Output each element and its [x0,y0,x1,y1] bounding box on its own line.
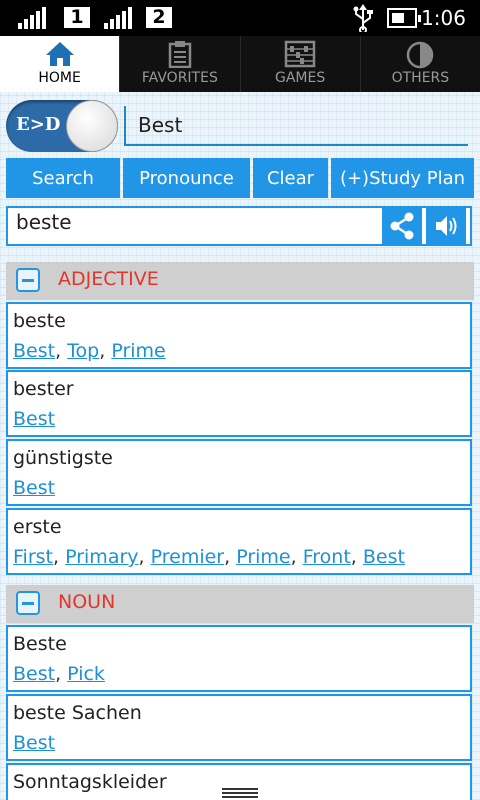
drag-handle[interactable] [222,788,258,798]
section-title: ADJECTIVE [58,268,159,290]
signal-icon [18,7,46,29]
list-item[interactable]: günstigste Best [6,439,472,506]
result-word: beste [16,210,72,234]
entry-word: Sonntagskleider [13,771,167,793]
direction-toggle[interactable]: E>D [6,100,118,152]
tab-label: OTHERS [391,70,450,86]
list-item[interactable]: Beste Best, Pick [6,625,472,692]
list-item[interactable]: beste Sachen Best [6,694,472,761]
tab-others[interactable]: OTHERS [361,36,480,92]
section-header[interactable]: ADJECTIVE [6,262,474,300]
translation-link[interactable]: Prime [111,340,165,362]
tab-games[interactable]: GAMES [241,36,361,92]
entry-word: beste [13,310,66,332]
study-plan-button[interactable]: (+)Study Plan [331,158,474,198]
speaker-button[interactable] [426,208,466,244]
translation-link[interactable]: Pick [67,663,105,685]
entry-word: Beste [13,633,67,655]
tab-home[interactable]: HOME [0,36,121,92]
translation-link[interactable]: Best [363,546,405,568]
entry-translations: Best [13,477,55,499]
collapse-icon[interactable] [16,591,40,615]
signal-icon [104,7,132,29]
translation-link[interactable]: Front [303,546,351,568]
toggle-label: E>D [16,114,61,135]
entry-translations: Best [13,408,55,430]
main-content: E>D Best Search Pronounce Clear (+)Study… [0,92,480,800]
result-bar: beste [6,206,472,246]
entry-word: beste Sachen [13,702,142,724]
entry-word: erste [13,516,62,538]
list-item[interactable]: bester Best [6,370,472,437]
search-button[interactable]: Search [6,158,120,198]
list-item[interactable]: erste First, Primary, Premier, Prime, Fr… [6,508,472,575]
section-header[interactable]: NOUN [6,585,474,623]
tab-favorites[interactable]: FAVORITES [120,36,241,92]
translation-link[interactable]: Best [13,408,55,430]
list-item[interactable]: beste Best, Top, Prime [6,302,472,369]
collapse-icon[interactable] [16,268,40,292]
home-icon [45,42,74,66]
search-input[interactable]: Best [124,106,468,146]
translation-link[interactable]: Best [13,663,55,685]
entry-translations: Best, Pick [13,663,105,685]
pie-icon [407,41,434,69]
status-bar: 1 2 1:06 [0,0,480,36]
translation-link[interactable]: Best [13,477,55,499]
sim1-badge: 1 [64,7,90,28]
tab-label: GAMES [275,70,326,86]
entry-translations: First, Primary, Premier, Prime, Front, B… [13,546,405,568]
translation-link[interactable]: Best [13,340,55,362]
clock: 1:06 [421,6,466,30]
share-icon [390,212,414,240]
tab-label: HOME [38,70,81,86]
speaker-icon [436,216,457,236]
abacus-icon [284,40,316,68]
translation-link[interactable]: Prime [236,546,290,568]
sim2-badge: 2 [146,7,172,28]
translation-link[interactable]: Premier [151,546,225,568]
entry-translations: Best [13,732,55,754]
usb-icon [353,4,373,32]
share-button[interactable] [382,208,422,244]
clipboard-icon [168,41,192,68]
action-bar: Search Pronounce Clear (+)Study Plan [6,158,474,198]
toggle-knob[interactable] [66,100,118,152]
battery-icon [387,8,421,28]
translation-link[interactable]: Primary [65,546,138,568]
pronounce-button[interactable]: Pronounce [123,158,250,198]
entry-translations: Best, Top, Prime [13,340,166,362]
clear-button[interactable]: Clear [253,158,328,198]
translation-link[interactable]: Best [13,732,55,754]
translation-link[interactable]: Top [67,340,99,362]
entry-word: günstigste [13,447,113,469]
translation-link[interactable]: First [13,546,53,568]
section-title: NOUN [58,591,116,613]
tab-bar: HOME FAVORITES GAMES OTHERS [0,36,480,92]
tab-label: FAVORITES [141,70,218,86]
entry-word: bester [13,378,74,400]
